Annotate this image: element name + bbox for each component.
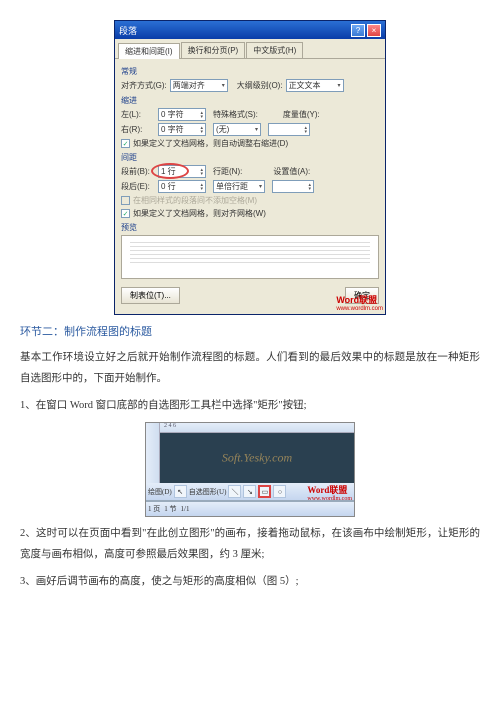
left-label: 左(L):: [121, 109, 155, 120]
special-val-spinner[interactable]: ▴▾: [268, 123, 310, 136]
section-spacing: 间距: [121, 152, 379, 163]
canvas-area: Soft.Yesky.com: [160, 433, 354, 483]
pointer-icon[interactable]: ↖: [174, 485, 187, 498]
word-window-screenshot: 2 4 6 Soft.Yesky.com 绘图(D) ↖ 自选图形(U) ＼ ↘…: [145, 422, 355, 517]
dialog-tabs: 缩进和间距(I) 换行和分页(P) 中文版式(H): [115, 39, 385, 59]
oval-icon[interactable]: ○: [273, 485, 286, 498]
paragraph: 3、画好后调节画布的高度，使之与矩形的高度相似（图 5）;: [20, 571, 480, 592]
special-val-label: 度量值(Y):: [283, 109, 320, 120]
mirror-indent-label: 如果定义了文档网格，则自动调整右缩进(D): [133, 138, 288, 149]
rectangle-tool[interactable]: ▭: [258, 485, 271, 498]
preview-box: [121, 235, 379, 279]
paragraph: 基本工作环境设立好之后就开始制作流程图的标题。人们看到的最后效果中的标题是放在一…: [20, 347, 480, 389]
dialog-title: 段落: [119, 24, 349, 37]
dialog-body: 常规 对齐方式(G): 两端对齐▾ 大纲级别(O): 正文文本▾ 缩进 左(L)…: [115, 59, 385, 314]
vertical-ruler: [146, 423, 160, 483]
section-general: 常规: [121, 66, 379, 77]
alignment-combo[interactable]: 两端对齐▾: [170, 79, 228, 92]
snap-grid-checkbox[interactable]: ✓: [121, 209, 130, 218]
chevron-down-icon: ▾: [222, 82, 225, 89]
paragraph-dialog: 段落 ? × 缩进和间距(I) 换行和分页(P) 中文版式(H) 常规 对齐方式…: [114, 20, 386, 315]
chevron-down-icon: ▾: [255, 126, 258, 133]
outline-combo[interactable]: 正文文本▾: [286, 79, 344, 92]
right-label: 右(R):: [121, 124, 155, 135]
tab-indent-spacing[interactable]: 缩进和间距(I): [118, 43, 180, 59]
alignment-label: 对齐方式(G):: [121, 80, 167, 91]
before-label: 段前(B):: [121, 166, 155, 177]
spacing-after-spinner[interactable]: 0 行▴▾: [158, 180, 206, 193]
tabstop-button[interactable]: 制表位(T)...: [121, 287, 180, 304]
dialog-titlebar: 段落 ? ×: [115, 21, 385, 39]
snap-grid-label: 如果定义了文档网格，则对齐网格(W): [133, 208, 266, 219]
outline-label: 大纲级别(O):: [237, 80, 283, 91]
spacing-before-spinner[interactable]: 1 行▴▾: [158, 165, 206, 178]
status-section: 1 节: [164, 504, 176, 514]
line-spacing-combo[interactable]: 单倍行距▾: [213, 180, 265, 193]
indent-right-spinner[interactable]: 0 字符▴▾: [158, 123, 206, 136]
status-pageof: 1/1: [181, 505, 190, 513]
chevron-down-icon: ▾: [259, 183, 262, 190]
section-indent: 缩进: [121, 95, 379, 106]
watermark: Word联盟 www.wordlm.com: [307, 483, 352, 502]
draw-menu[interactable]: 绘图(D): [148, 487, 172, 497]
no-space-checkbox: [121, 196, 130, 205]
spacing-val-label: 设置值(A):: [273, 166, 310, 177]
status-bar: 1 页 1 节 1/1: [146, 501, 354, 516]
tab-asian[interactable]: 中文版式(H): [246, 42, 303, 58]
paragraph: 1、在窗口 Word 窗口底部的自选图形工具栏中选择"矩形"按钮;: [20, 395, 480, 416]
arrow-icon[interactable]: ↘: [243, 485, 256, 498]
no-space-label: 在相同样式的段落间不添加空格(M): [133, 195, 257, 206]
line-spacing-label: 行距(N):: [213, 166, 242, 177]
horizontal-ruler: 2 4 6: [160, 423, 354, 433]
paragraph: 2、这时可以在页面中看到"在此创立图形"的画布，接着拖动鼠标，在该画布中绘制矩形…: [20, 523, 480, 565]
special-label: 特殊格式(S):: [213, 109, 258, 120]
autoshapes-menu[interactable]: 自选图形(U): [189, 487, 227, 497]
section-heading: 环节二：制作流程图的标题: [20, 323, 480, 339]
watermark: Word联盟 www.wordlm.com: [336, 293, 383, 312]
line-icon[interactable]: ＼: [228, 485, 241, 498]
status-page: 1 页: [148, 504, 160, 514]
mirror-indent-checkbox[interactable]: ✓: [121, 139, 130, 148]
chevron-down-icon: ▾: [338, 82, 341, 89]
section-preview: 预览: [121, 222, 379, 233]
tab-line-page[interactable]: 换行和分页(P): [181, 42, 246, 58]
close-button[interactable]: ×: [367, 24, 381, 37]
after-label: 段后(E):: [121, 181, 155, 192]
help-button[interactable]: ?: [351, 24, 365, 37]
indent-left-spinner[interactable]: 0 字符▴▾: [158, 108, 206, 121]
soft-watermark: Soft.Yesky.com: [222, 451, 292, 466]
special-combo[interactable]: (无)▾: [213, 123, 261, 136]
spacing-val-spinner[interactable]: ▴▾: [272, 180, 314, 193]
